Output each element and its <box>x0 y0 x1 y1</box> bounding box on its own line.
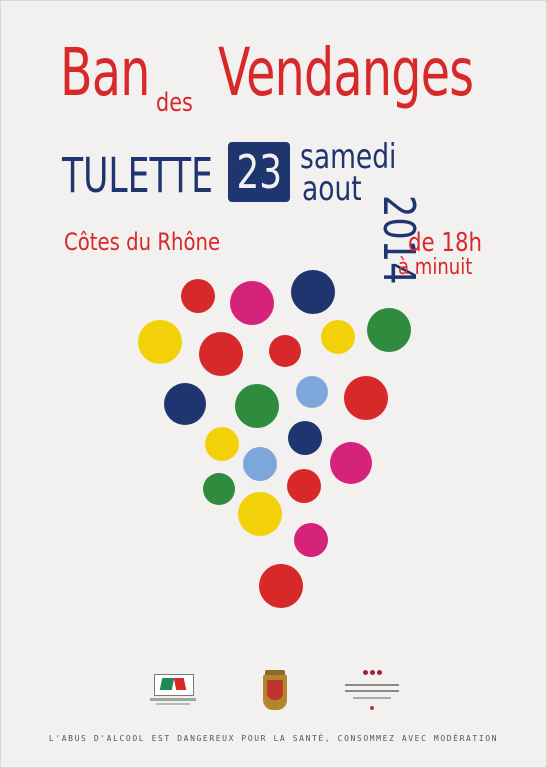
grape-dot <box>164 383 206 425</box>
region-label: Côtes du Rhône <box>64 228 221 256</box>
grape-dot <box>367 308 411 352</box>
grape-dot <box>288 421 322 455</box>
grape-dot <box>344 376 388 420</box>
grape-dot <box>138 320 182 364</box>
grape-dot <box>291 270 335 314</box>
tulette-crest-logo <box>263 670 287 710</box>
title-vendanges: Vendanges <box>218 34 474 111</box>
end-time: à minuit <box>398 255 473 280</box>
month: aout <box>302 169 362 209</box>
credit-agricole-logo <box>150 674 196 706</box>
grape-dot <box>203 473 235 505</box>
title-des: des <box>156 88 193 118</box>
grape-dot <box>205 427 239 461</box>
grape-dot <box>181 279 215 313</box>
grape-dot <box>321 320 355 354</box>
grape-dot <box>287 469 321 503</box>
grape-dot <box>238 492 282 536</box>
grape-dot <box>230 281 274 325</box>
grape-dot <box>199 332 243 376</box>
date-badge: 23 <box>228 142 290 202</box>
start-time: de 18h <box>408 228 483 258</box>
syndicat-vignerons-logo <box>343 670 401 712</box>
grape-dot <box>294 523 328 557</box>
health-disclaimer: L'ABUS D'ALCOOL EST DANGEREUX POUR LA SA… <box>48 734 499 743</box>
day-number: 23 <box>236 145 282 199</box>
village-name: TULETTE <box>62 148 213 204</box>
title-ban: Ban <box>60 34 150 111</box>
grape-dot <box>235 384 279 428</box>
poster: Ban des Vendanges TULETTE 23 samedi aout… <box>0 0 547 768</box>
grape-dot <box>243 447 277 481</box>
grape-dot <box>330 442 372 484</box>
grape-dot <box>259 564 303 608</box>
grape-dot <box>269 335 301 367</box>
grape-dot <box>296 376 328 408</box>
